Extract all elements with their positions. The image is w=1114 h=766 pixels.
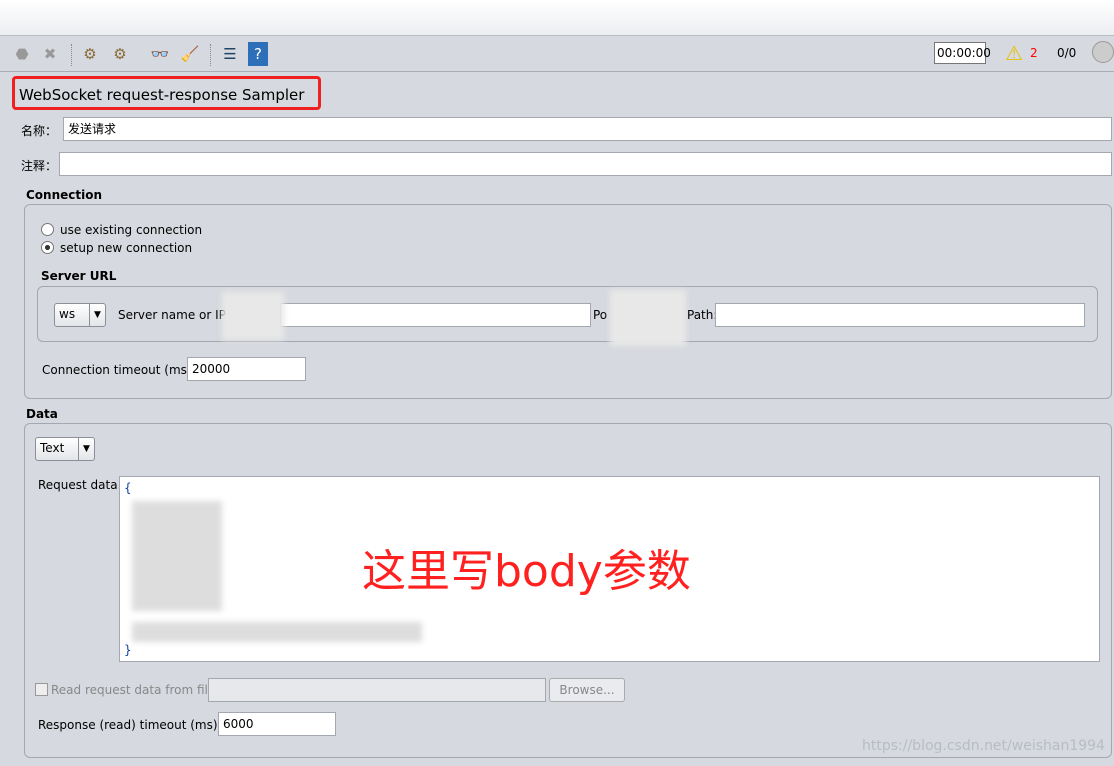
function-helper-icon[interactable]: ☰	[218, 42, 242, 66]
toolbar: ⬣ ✖ ⚙ ⚙ 👓 🧹 ☰ ? 00:00:00 ⚠ 2 0/0	[0, 36, 1114, 72]
redaction	[132, 622, 422, 642]
setup-new-label: setup new connection	[60, 241, 193, 255]
name-label: 名称：	[21, 124, 58, 138]
sampler-title: WebSocket request-response Sampler	[19, 86, 305, 104]
chevron-down-icon: ▼	[89, 304, 105, 326]
read-file-label: Read request data from file:	[51, 683, 220, 697]
redaction	[610, 290, 686, 346]
server-url-title: Server URL	[41, 269, 117, 283]
comment-input[interactable]	[59, 152, 1112, 176]
protocol-value: ws	[59, 307, 76, 321]
path-input[interactable]	[715, 303, 1085, 327]
timer: 00:00:00	[934, 42, 991, 64]
search-icon[interactable]: 👓	[148, 42, 172, 66]
name-input[interactable]: 发送请求	[63, 117, 1112, 141]
request-data-label: Request data:	[38, 478, 122, 492]
shutdown-icon[interactable]: ✖	[38, 42, 62, 66]
setup-new-radio[interactable]	[41, 241, 54, 254]
window-top	[0, 0, 1114, 36]
data-type-select[interactable]: Text ▼	[35, 437, 95, 461]
path-label: Path:	[687, 308, 718, 322]
request-data-textarea[interactable]: { } 这里写body参数	[119, 476, 1100, 662]
use-existing-radio[interactable]	[41, 223, 54, 236]
clear-all-icon[interactable]: ⚙	[108, 42, 132, 66]
use-existing-label: use existing connection	[60, 223, 203, 237]
close-brace: }	[124, 643, 132, 657]
file-path-input[interactable]	[208, 678, 546, 702]
reset-search-icon[interactable]: 🧹	[178, 42, 202, 66]
redaction	[222, 292, 284, 340]
warning-icon[interactable]: ⚠	[1005, 41, 1023, 65]
response-timeout-input[interactable]: 6000	[218, 712, 336, 736]
chevron-down-icon: ▼	[78, 438, 94, 460]
timeout-input[interactable]: 20000	[187, 357, 306, 381]
thread-count: 0/0	[1057, 46, 1077, 60]
server-label: Server name or IP	[118, 308, 226, 322]
help-icon[interactable]: ?	[248, 42, 268, 66]
annotation-text: 这里写body参数	[362, 546, 691, 597]
timeout-label: Connection timeout (ms):	[42, 363, 196, 377]
port-label: Po	[593, 308, 608, 322]
watermark: https://blog.csdn.net/weishan1994	[862, 738, 1105, 754]
redaction	[132, 501, 222, 611]
data-type-value: Text	[40, 441, 65, 455]
open-brace: {	[124, 481, 132, 495]
server-input[interactable]	[280, 303, 591, 327]
warning-count: 2	[1030, 46, 1038, 60]
browse-button[interactable]: Browse...	[549, 678, 625, 702]
remote-status-icon[interactable]	[1092, 41, 1114, 63]
stop-icon[interactable]: ⬣	[10, 42, 34, 66]
response-timeout-label: Response (read) timeout (ms):	[38, 718, 222, 732]
comment-label: 注释：	[21, 159, 58, 173]
read-file-checkbox[interactable]	[35, 683, 48, 696]
connection-title: Connection	[26, 188, 103, 202]
clear-icon[interactable]: ⚙	[78, 42, 102, 66]
data-title: Data	[26, 407, 58, 421]
protocol-select[interactable]: ws ▼	[54, 303, 106, 327]
